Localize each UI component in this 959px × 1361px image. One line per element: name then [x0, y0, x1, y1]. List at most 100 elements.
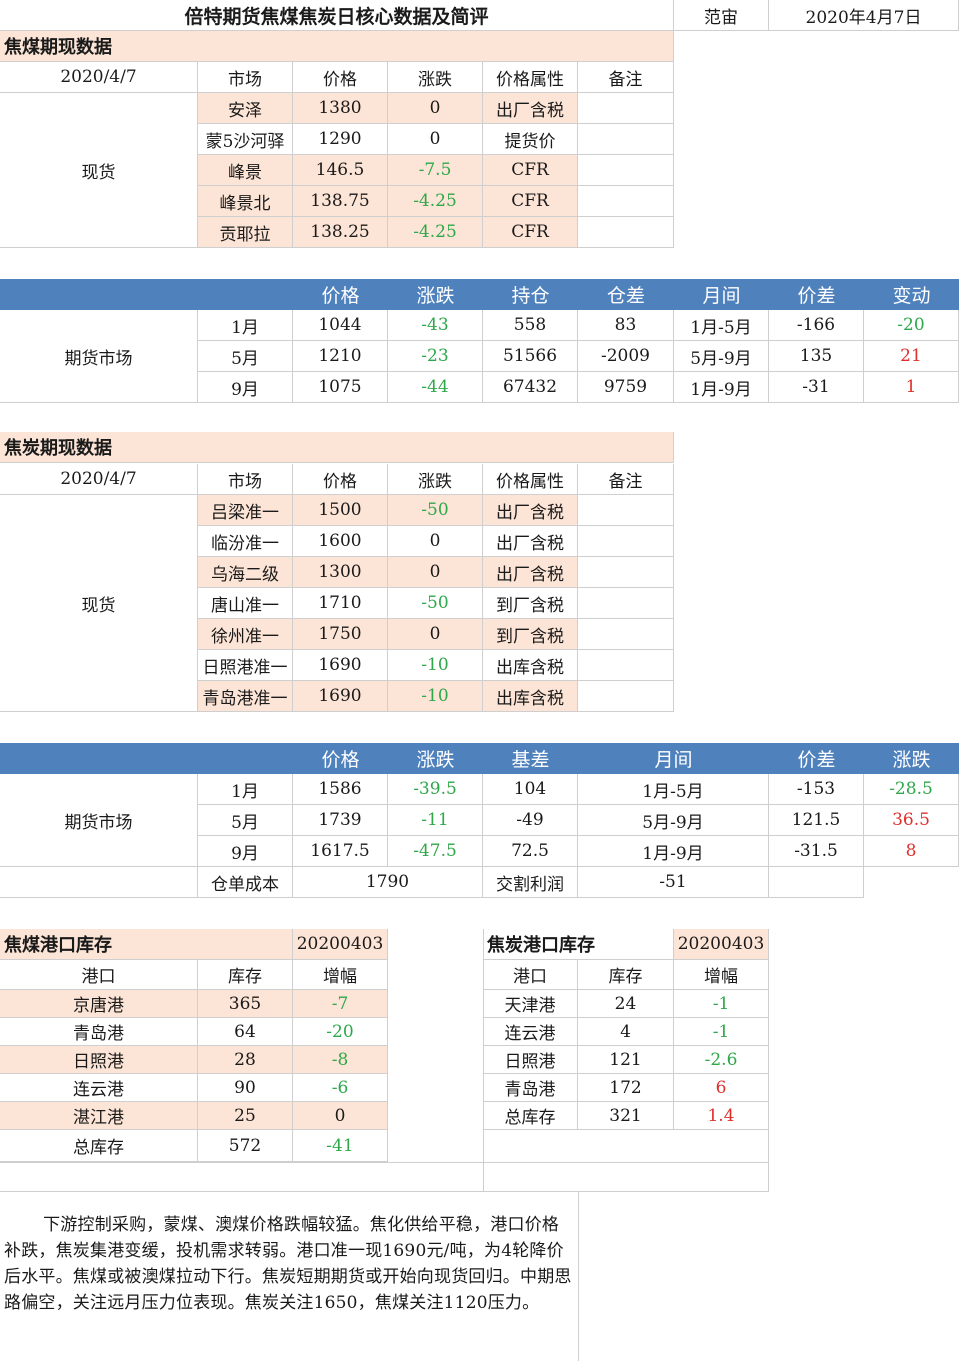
- port-column-header: 港口: [0, 960, 198, 990]
- port-name-cell: 日照港: [0, 1046, 198, 1074]
- spot-note-cell: [578, 495, 674, 526]
- futures-spread-cell: -166: [769, 310, 864, 341]
- spot-attr-cell: 到厂含税: [483, 619, 578, 650]
- futures-oi-cell: 67432: [483, 372, 578, 403]
- port-name-cell: 湛江港: [0, 1102, 198, 1130]
- port-column-header: 库存: [198, 960, 293, 990]
- warrant-cost-value: 1790: [293, 867, 483, 898]
- spot-note-cell: [578, 526, 674, 557]
- futures-column-header: 变动: [864, 279, 959, 310]
- spot-change-cell: -10: [388, 650, 483, 681]
- spot-attr-cell: 提货价: [483, 124, 578, 155]
- spot-price-cell: 1710: [293, 588, 388, 619]
- spot-market-cell: 青岛港准一: [198, 681, 293, 712]
- spot-attr-cell: CFR: [483, 186, 578, 217]
- futures-column-header: 价格: [293, 279, 388, 310]
- column-header: 价格属性: [483, 62, 578, 93]
- futures-column-header: 持仓: [483, 279, 578, 310]
- port-stock-title: 焦煤港口库存: [0, 929, 293, 960]
- futures-month-cell: 1月: [198, 310, 293, 341]
- port-stock-cell: 321: [578, 1102, 674, 1130]
- spot-attr-cell: 出厂含税: [483, 495, 578, 526]
- blank-cell: [769, 867, 864, 898]
- futures-spread-change-cell: 1: [864, 372, 959, 403]
- coke-port-right-border: [768, 929, 769, 1191]
- futures-column-header: 涨跌: [388, 743, 483, 774]
- futures-column-header: 基差: [483, 743, 578, 774]
- futures-spread-name-cell: 1月-5月: [674, 310, 769, 341]
- futures-change-cell: -44: [388, 372, 483, 403]
- date-cell: 2020/4/7: [0, 62, 198, 93]
- spot-price-cell: 1500: [293, 495, 388, 526]
- port-stock-cell: 90: [198, 1074, 293, 1102]
- futures-spread-change-cell: 8: [864, 836, 959, 867]
- futures-spread-change-cell: -20: [864, 310, 959, 341]
- port-name-cell: 天津港: [483, 990, 578, 1018]
- futures-column-header: 涨跌: [864, 743, 959, 774]
- spot-market-cell: 日照港准一: [198, 650, 293, 681]
- spot-market-cell: 峰景: [198, 155, 293, 186]
- column-header: 涨跌: [388, 62, 483, 93]
- port-name-cell: 连云港: [0, 1074, 198, 1102]
- port-stock-cell: 25: [198, 1102, 293, 1130]
- futures-column-header: 仓差: [578, 279, 674, 310]
- futures-header-spacer: [0, 743, 293, 774]
- futures-spread-cell: 121.5: [769, 805, 864, 836]
- spot-market-cell: 临汾准一: [198, 526, 293, 557]
- column-header: 价格属性: [483, 464, 578, 495]
- port-change-cell: -7: [293, 990, 388, 1018]
- spot-change-cell: 0: [388, 526, 483, 557]
- spot-market-cell: 乌海二级: [198, 557, 293, 588]
- futures-price-cell: 1586: [293, 774, 388, 805]
- port-stock-cell: 121: [578, 1046, 674, 1074]
- coal-spot-section-title: 焦煤期现数据: [0, 31, 674, 62]
- port-change-cell: -2.6: [674, 1046, 769, 1074]
- spot-price-cell: 138.75: [293, 186, 388, 217]
- futures-oi-change-cell: 9759: [578, 372, 674, 403]
- spot-price-cell: 1600: [293, 526, 388, 557]
- futures-basis-cell: 104: [483, 774, 578, 805]
- warrant-cost-label: 仓单成本: [198, 867, 293, 898]
- futures-price-cell: 1739: [293, 805, 388, 836]
- spot-market-cell: 峰景北: [198, 186, 293, 217]
- port-column-header: 库存: [578, 960, 674, 990]
- futures-oi-change-cell: -2009: [578, 341, 674, 372]
- row-group-label: 现货: [0, 495, 198, 712]
- futures-column-header: 涨跌: [388, 279, 483, 310]
- spot-change-cell: 0: [388, 619, 483, 650]
- commentary-right-border: [578, 1191, 579, 1361]
- futures-price-cell: 1617.5: [293, 836, 388, 867]
- port-name-cell: 日照港: [483, 1046, 578, 1074]
- spot-attr-cell: 到厂含税: [483, 588, 578, 619]
- futures-basis-cell: -49: [483, 805, 578, 836]
- spot-attr-cell: CFR: [483, 217, 578, 248]
- port-name-cell: 总库存: [0, 1130, 198, 1162]
- port-change-cell: -6: [293, 1074, 388, 1102]
- spot-market-cell: 安泽: [198, 93, 293, 124]
- port-stock-cell: 24: [578, 990, 674, 1018]
- futures-spread-cell: -31.5: [769, 836, 864, 867]
- spot-note-cell: [578, 186, 674, 217]
- column-header: 市场: [198, 464, 293, 495]
- spot-change-cell: 0: [388, 124, 483, 155]
- coke-port-left-border: [483, 929, 484, 1191]
- spot-note-cell: [578, 217, 674, 248]
- spot-price-cell: 1380: [293, 93, 388, 124]
- spot-note-cell: [578, 650, 674, 681]
- futures-column-header: 价差: [769, 279, 864, 310]
- futures-change-cell: -39.5: [388, 774, 483, 805]
- port-stock-cell: 28: [198, 1046, 293, 1074]
- port-stock-cell: 572: [198, 1130, 293, 1162]
- column-header: 市场: [198, 62, 293, 93]
- port-name-cell: 连云港: [483, 1018, 578, 1046]
- row-group-label: 现货: [0, 93, 198, 248]
- spot-attr-cell: 出库含税: [483, 650, 578, 681]
- spot-change-cell: -4.25: [388, 186, 483, 217]
- port-stock-cell: 64: [198, 1018, 293, 1046]
- futures-header-spacer: [0, 279, 293, 310]
- blank-cell: [0, 867, 198, 898]
- futures-spread-change-cell: -28.5: [864, 774, 959, 805]
- spot-note-cell: [578, 155, 674, 186]
- spot-attr-cell: 出厂含税: [483, 526, 578, 557]
- spot-price-cell: 146.5: [293, 155, 388, 186]
